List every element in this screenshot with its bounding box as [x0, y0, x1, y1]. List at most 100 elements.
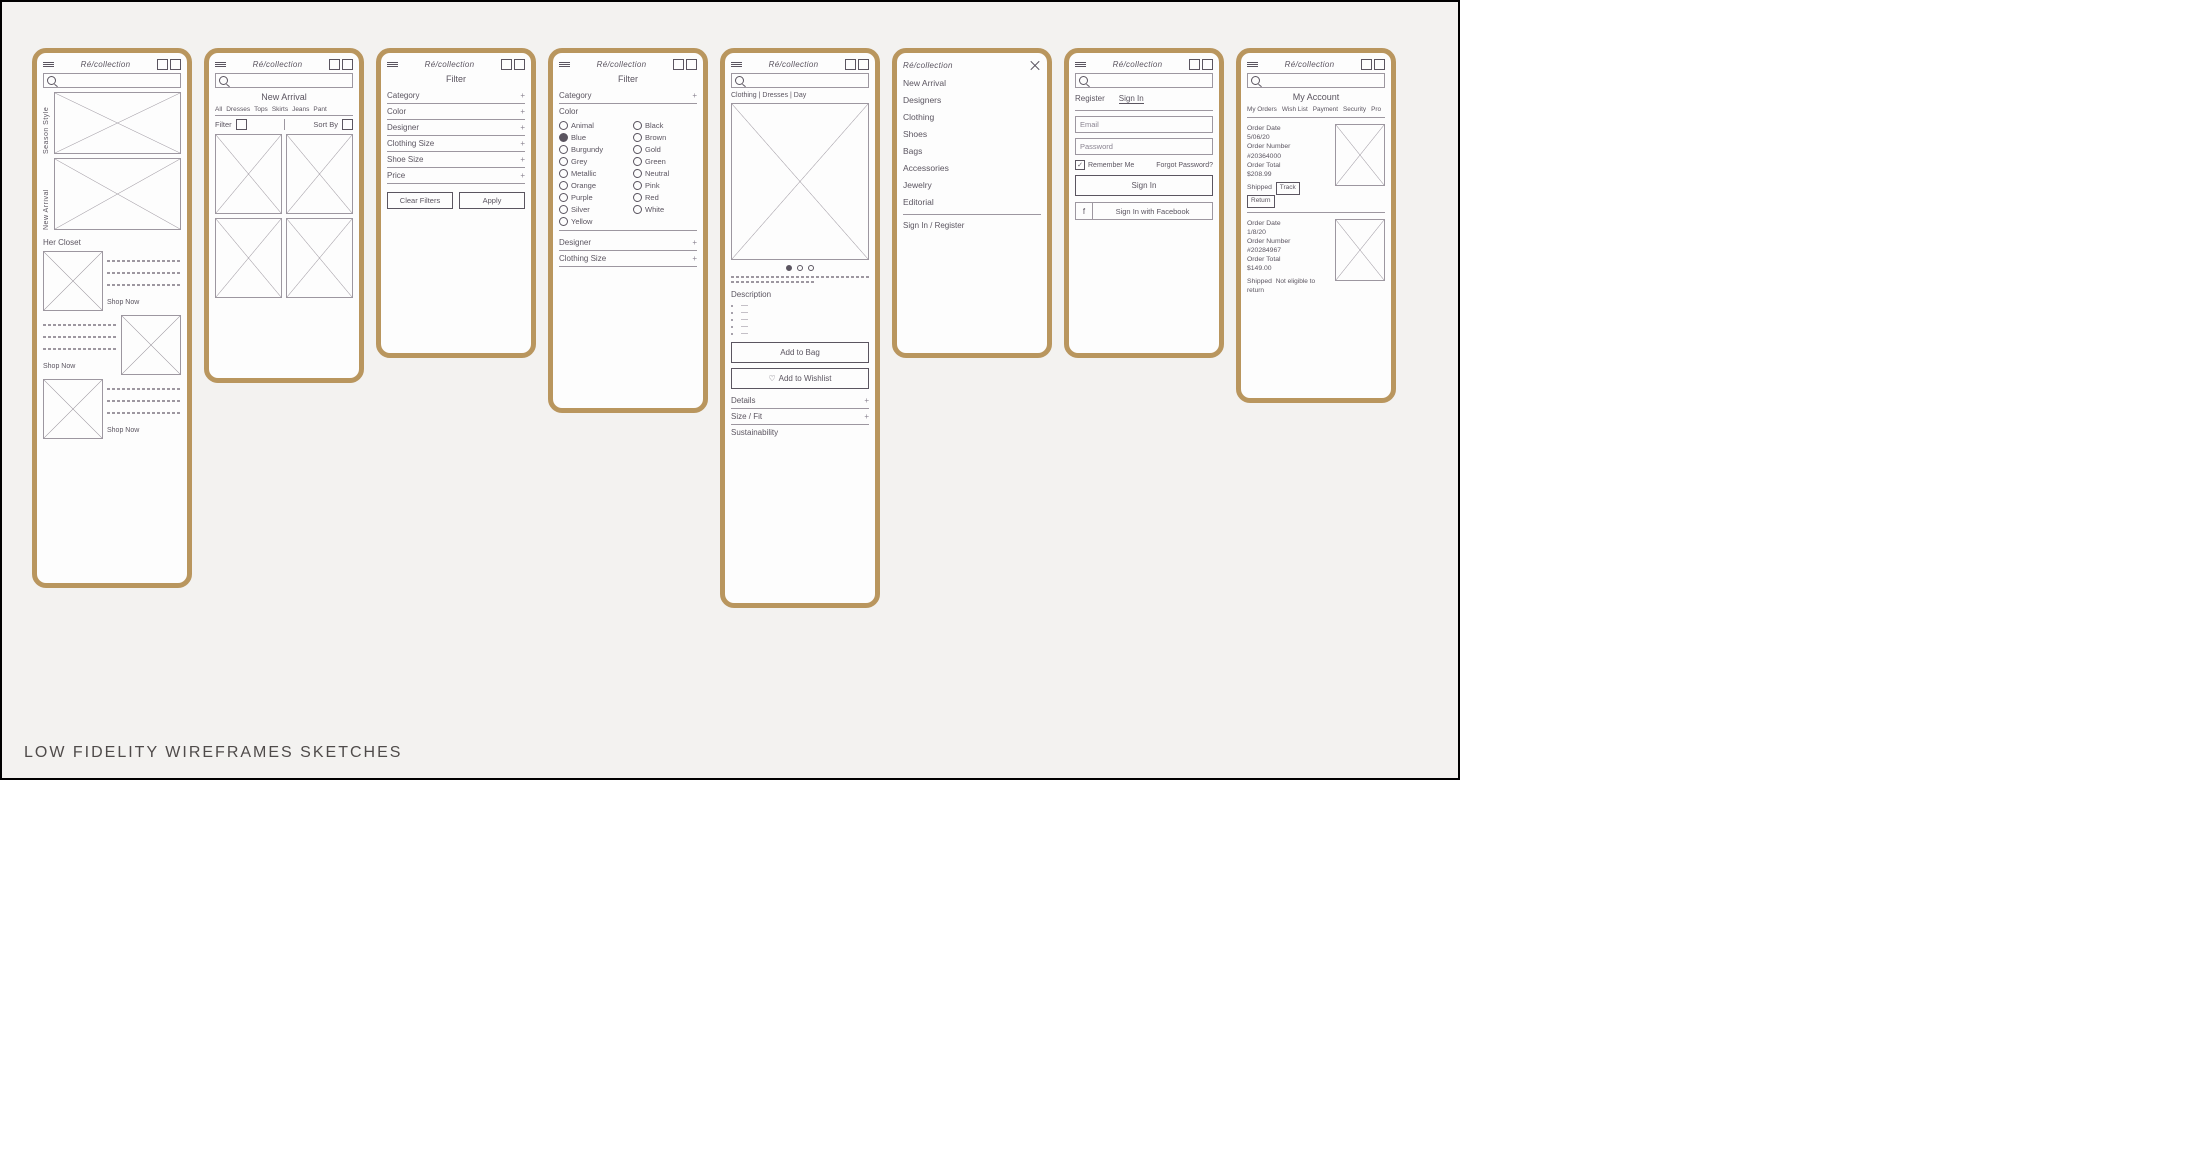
accordion-details[interactable]: Details+	[731, 393, 869, 409]
header-box-icon[interactable]	[845, 59, 856, 70]
color-option[interactable]: White	[633, 205, 697, 214]
track-button[interactable]: Track	[1276, 182, 1300, 195]
filter-color[interactable]: Color	[559, 104, 697, 119]
product-tile[interactable]	[215, 218, 282, 298]
hero-image[interactable]	[54, 92, 181, 154]
hamburger-icon[interactable]	[43, 62, 54, 67]
header-box-icon[interactable]	[1361, 59, 1372, 70]
header-box-icon[interactable]	[1374, 59, 1385, 70]
color-option[interactable]: Yellow	[559, 217, 623, 226]
filter-button[interactable]: Filter	[215, 119, 280, 130]
order-thumbnail[interactable]	[1335, 124, 1385, 186]
hero-image[interactable]	[54, 158, 181, 230]
sort-button[interactable]: Sort By	[289, 119, 354, 130]
header-box-icon[interactable]	[342, 59, 353, 70]
filter-category[interactable]: Category+	[387, 88, 525, 104]
add-to-bag-button[interactable]: Add to Bag	[731, 342, 869, 363]
tab-wishlist[interactable]: Wish List	[1282, 106, 1308, 113]
color-option[interactable]: Silver	[559, 205, 623, 214]
tab-payment[interactable]: Payment	[1313, 106, 1338, 113]
nav-signin-register[interactable]: Sign In / Register	[903, 221, 1041, 230]
product-tile[interactable]	[286, 134, 353, 214]
color-option[interactable]: Red	[633, 193, 697, 202]
shop-now-link[interactable]: Shop Now	[107, 299, 181, 306]
breadcrumb[interactable]: Clothing | Dresses | Day	[731, 92, 869, 99]
hamburger-icon[interactable]	[215, 62, 226, 67]
hamburger-icon[interactable]	[1247, 62, 1258, 67]
color-option[interactable]: Burgundy	[559, 145, 623, 154]
search-input[interactable]	[43, 73, 181, 88]
accordion-sustainability[interactable]: Sustainability	[731, 425, 869, 440]
apply-button[interactable]: Apply	[459, 192, 525, 209]
category-tabs[interactable]: All Dresses Tops Skirts Jeans Pant	[215, 106, 353, 116]
filter-clothing-size[interactable]: Clothing Size+	[387, 136, 525, 152]
header-box-icon[interactable]	[858, 59, 869, 70]
add-to-wishlist-button[interactable]: ♡Add to Wishlist	[731, 368, 869, 389]
product-image[interactable]	[731, 103, 869, 260]
remember-me-checkbox[interactable]: ✓Remember Me	[1075, 160, 1134, 170]
search-input[interactable]	[1075, 73, 1213, 88]
carousel-dots[interactable]	[731, 265, 869, 271]
color-option[interactable]: Purple	[559, 193, 623, 202]
search-input[interactable]	[1247, 73, 1385, 88]
tab-dresses[interactable]: Dresses	[226, 106, 250, 113]
color-option[interactable]: Orange	[559, 181, 623, 190]
header-box-icon[interactable]	[170, 59, 181, 70]
color-option[interactable]: Blue	[559, 133, 623, 142]
header-box-icon[interactable]	[329, 59, 340, 70]
account-tabs[interactable]: My Orders Wish List Payment Security Pro	[1247, 106, 1385, 113]
header-box-icon[interactable]	[686, 59, 697, 70]
hamburger-icon[interactable]	[559, 62, 570, 67]
nav-shoes[interactable]: Shoes	[903, 129, 1041, 139]
filter-designer[interactable]: Designer+	[559, 235, 697, 251]
tile-image[interactable]	[43, 251, 103, 311]
email-field[interactable]: Email	[1075, 116, 1213, 133]
header-box-icon[interactable]	[157, 59, 168, 70]
forgot-password-link[interactable]: Forgot Password?	[1156, 162, 1213, 169]
header-box-icon[interactable]	[514, 59, 525, 70]
tab-my-orders[interactable]: My Orders	[1247, 106, 1277, 113]
search-input[interactable]	[215, 73, 353, 88]
return-button[interactable]: Return	[1247, 195, 1275, 208]
tile-image[interactable]	[121, 315, 181, 375]
color-option[interactable]: Gold	[633, 145, 697, 154]
hamburger-icon[interactable]	[387, 62, 398, 67]
filter-price[interactable]: Price+	[387, 168, 525, 184]
shop-now-link[interactable]: Shop Now	[43, 363, 117, 370]
nav-bags[interactable]: Bags	[903, 146, 1041, 156]
filter-shoe-size[interactable]: Shoe Size+	[387, 152, 525, 168]
nav-clothing[interactable]: Clothing	[903, 112, 1041, 122]
tile-image[interactable]	[43, 379, 103, 439]
nav-jewelry[interactable]: Jewelry	[903, 180, 1041, 190]
tab-jeans[interactable]: Jeans	[292, 106, 309, 113]
color-option[interactable]: Animal	[559, 121, 623, 130]
tab-signin[interactable]: Sign In	[1119, 94, 1144, 104]
hamburger-icon[interactable]	[1075, 62, 1086, 67]
header-box-icon[interactable]	[501, 59, 512, 70]
tab-security[interactable]: Security	[1343, 106, 1366, 113]
product-tile[interactable]	[215, 134, 282, 214]
color-option[interactable]: Brown	[633, 133, 697, 142]
hamburger-icon[interactable]	[731, 62, 742, 67]
color-option[interactable]	[633, 217, 697, 226]
color-option[interactable]: Black	[633, 121, 697, 130]
filter-color[interactable]: Color+	[387, 104, 525, 120]
filter-designer[interactable]: Designer+	[387, 120, 525, 136]
tab-profile[interactable]: Pro	[1371, 106, 1381, 113]
filter-clothing-size[interactable]: Clothing Size+	[559, 251, 697, 267]
search-input[interactable]	[731, 73, 869, 88]
tab-pants[interactable]: Pant	[313, 106, 326, 113]
header-box-icon[interactable]	[673, 59, 684, 70]
tab-register[interactable]: Register	[1075, 94, 1105, 104]
color-option[interactable]: Green	[633, 157, 697, 166]
accordion-size-fit[interactable]: Size / Fit+	[731, 409, 869, 425]
product-tile[interactable]	[286, 218, 353, 298]
filter-category[interactable]: Category+	[559, 88, 697, 104]
sign-in-button[interactable]: Sign In	[1075, 175, 1213, 196]
header-box-icon[interactable]	[1202, 59, 1213, 70]
close-icon[interactable]	[1029, 59, 1041, 71]
tab-all[interactable]: All	[215, 106, 222, 113]
nav-designers[interactable]: Designers	[903, 95, 1041, 105]
nav-accessories[interactable]: Accessories	[903, 163, 1041, 173]
shop-now-link[interactable]: Shop Now	[107, 427, 181, 434]
